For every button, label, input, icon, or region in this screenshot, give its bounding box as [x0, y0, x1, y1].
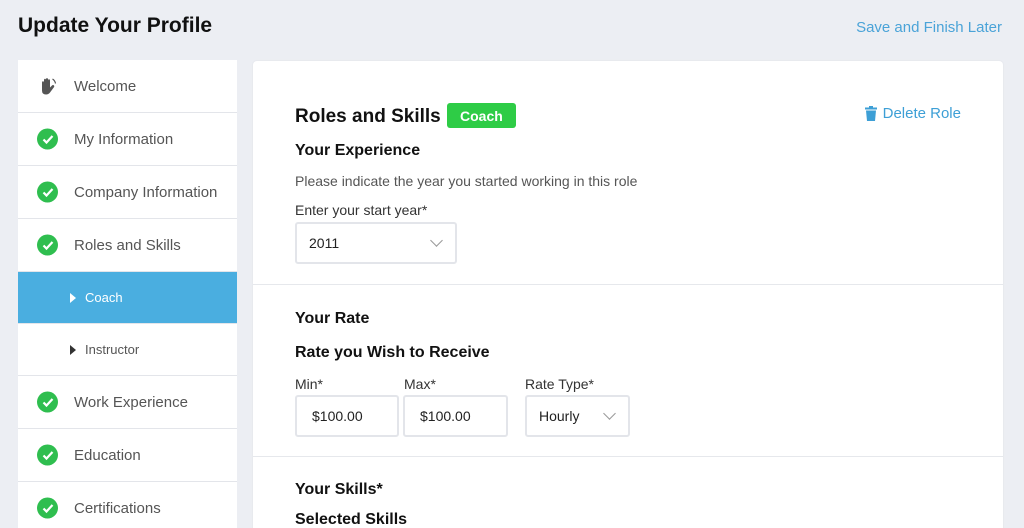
- section-divider: [253, 456, 1003, 457]
- experience-heading: Your Experience: [295, 142, 421, 159]
- role-badge: Coach: [447, 103, 516, 128]
- min-rate-label: Min*: [295, 376, 324, 392]
- chevron-down-icon: [430, 234, 443, 247]
- max-rate-input[interactable]: $100.00: [403, 395, 508, 437]
- sidebar-item-label: Roles and Skills: [74, 236, 181, 254]
- experience-help: Please indicate the year you started wor…: [295, 173, 638, 189]
- check-icon: [37, 444, 58, 466]
- rate-type-value: Hourly: [539, 408, 580, 424]
- sidebar-item-label: Education: [74, 446, 141, 464]
- sidebar: Welcome My Information Company Informati…: [18, 60, 237, 528]
- sidebar-subitem-label: Coach: [85, 290, 123, 305]
- sidebar-subitem-label: Instructor: [85, 342, 140, 357]
- delete-role-label: Delete Role: [882, 105, 961, 122]
- min-rate-value: $100.00: [312, 408, 363, 424]
- chevron-down-icon: [603, 407, 616, 420]
- rate-heading: Your Rate: [295, 310, 370, 327]
- sidebar-item-certifications[interactable]: Certifications: [18, 482, 237, 528]
- main-panel: Roles and Skills Coach Delete Role Your …: [253, 61, 1003, 528]
- sidebar-item-my-information[interactable]: My Information: [18, 113, 237, 166]
- sidebar-subitem-instructor[interactable]: Instructor: [18, 324, 237, 376]
- rate-subheading: Rate you Wish to Receive: [295, 344, 490, 361]
- max-rate-label: Max*: [404, 376, 436, 392]
- sidebar-item-label: My Information: [74, 130, 174, 148]
- check-icon: [37, 497, 58, 519]
- sidebar-item-label: Welcome: [74, 77, 137, 95]
- check-icon: [37, 234, 58, 256]
- start-year-value: 2011: [309, 235, 340, 251]
- sidebar-item-welcome[interactable]: Welcome: [18, 60, 237, 113]
- check-icon: [37, 128, 58, 150]
- delete-role-button[interactable]: Delete Role: [864, 105, 961, 122]
- rate-type-label: Rate Type*: [525, 376, 595, 392]
- save-and-finish-later-link[interactable]: Save and Finish Later: [856, 19, 1002, 36]
- sidebar-item-work-experience[interactable]: Work Experience: [18, 376, 237, 429]
- wave-hand-icon: [37, 76, 58, 97]
- sidebar-item-education[interactable]: Education: [18, 429, 237, 482]
- triangle-right-icon: [70, 344, 76, 355]
- sidebar-item-roles-and-skills[interactable]: Roles and Skills: [18, 219, 237, 272]
- skills-heading: Your Skills*: [295, 481, 383, 498]
- trash-icon: [864, 106, 877, 121]
- sidebar-subitem-coach[interactable]: Coach: [18, 272, 237, 324]
- roles-title: Roles and Skills: [295, 106, 441, 127]
- min-rate-input[interactable]: $100.00: [295, 395, 399, 437]
- start-year-select[interactable]: 2011: [295, 222, 457, 264]
- start-year-label: Enter your start year*: [295, 202, 428, 218]
- max-rate-value: $100.00: [420, 408, 471, 424]
- sidebar-item-label: Company Information: [74, 183, 218, 201]
- sidebar-item-label: Work Experience: [74, 393, 188, 411]
- triangle-right-icon: [70, 292, 76, 303]
- check-icon: [37, 181, 58, 203]
- section-divider: [253, 284, 1003, 285]
- check-icon: [37, 391, 58, 413]
- sidebar-item-label: Certifications: [74, 499, 161, 517]
- rate-type-select[interactable]: Hourly: [525, 395, 630, 437]
- sidebar-item-company-information[interactable]: Company Information: [18, 166, 237, 219]
- page-title: Update Your Profile: [18, 14, 213, 37]
- selected-skills-heading: Selected Skills: [295, 511, 408, 528]
